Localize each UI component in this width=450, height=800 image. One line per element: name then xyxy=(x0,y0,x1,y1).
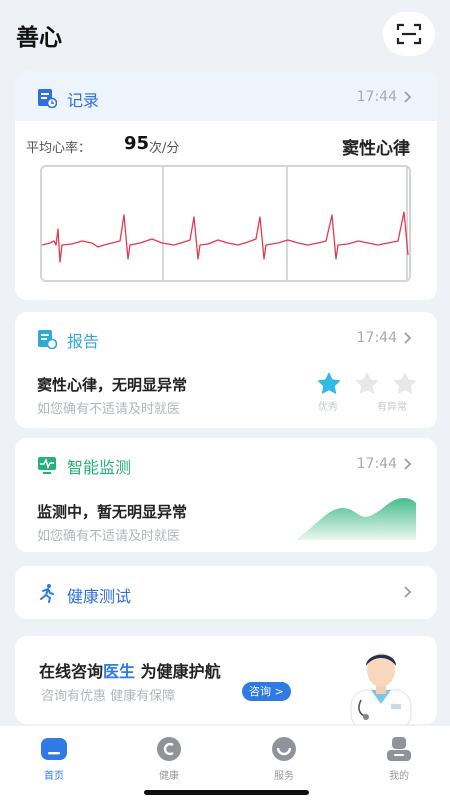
monitor-title: 智能监测 xyxy=(67,458,132,477)
monitor-trend-graph xyxy=(298,498,416,540)
app-title: 善心 xyxy=(16,25,62,51)
monitor-time: 17:44 xyxy=(356,456,397,472)
nav-health[interactable]: 健康 xyxy=(139,736,199,782)
nav-home[interactable]: 首页 xyxy=(24,736,84,782)
service-icon xyxy=(272,737,296,761)
monitor-icon xyxy=(38,457,56,474)
monitor-card[interactable]: 智能监测 17:44 监测中，暂无明显异常 如您确有不适请及时就医 xyxy=(15,438,437,552)
nav-profile-label: 我的 xyxy=(389,771,409,782)
monitor-status: 监测中，暂无明显异常 xyxy=(37,503,188,521)
star-icon-1 xyxy=(317,372,341,395)
chevron-right-icon xyxy=(404,586,412,598)
health-test-card[interactable]: 健康测试 xyxy=(15,566,437,619)
record-card-header[interactable]: 记录 17:44 xyxy=(15,71,437,121)
scan-icon xyxy=(396,23,422,45)
nav-service[interactable]: 服务 xyxy=(254,736,314,782)
consult-title: 在线咨询医生 为健康护航 xyxy=(39,658,221,682)
rating-label-good: 优秀 xyxy=(318,402,338,413)
report-advice: 如您确有不适请及时就医 xyxy=(37,402,181,417)
report-title: 报告 xyxy=(67,332,100,351)
consult-banner[interactable]: 在线咨询医生 为健康护航 咨询有优惠 健康有保障 咨询 > xyxy=(15,636,437,724)
home-icon xyxy=(41,738,67,760)
bottom-navigation: 首页 健康 服务 我的 xyxy=(0,726,450,800)
report-result: 窦性心律，无明显异常 xyxy=(37,376,188,394)
star-icon-3 xyxy=(393,372,417,395)
health-test-title: 健康测试 xyxy=(67,587,132,606)
app-header: 善心 xyxy=(0,0,450,70)
home-indicator xyxy=(144,790,309,795)
chevron-right-icon xyxy=(404,332,412,344)
nav-health-label: 健康 xyxy=(159,771,179,782)
consult-button[interactable]: 咨询 > xyxy=(242,682,291,701)
running-icon xyxy=(40,584,54,603)
avg-hr-value: 95 xyxy=(124,133,150,154)
rhythm-result: 窦性心律 xyxy=(342,139,410,159)
nav-profile[interactable]: 我的 xyxy=(369,736,429,782)
consult-title-suffix: 为健康护航 xyxy=(135,662,221,681)
report-icon xyxy=(38,330,57,349)
consult-subtitle: 咨询有优惠 健康有保障 xyxy=(41,689,176,704)
avg-hr-unit: 次/分 xyxy=(149,141,180,156)
doctor-illustration xyxy=(350,653,412,724)
star-icon-2 xyxy=(355,372,379,395)
health-icon xyxy=(157,737,181,761)
scan-button[interactable] xyxy=(383,12,435,56)
consult-title-highlight: 医生 xyxy=(103,662,136,681)
ecg-trace xyxy=(41,167,409,280)
rating-label-abnormal: 有异常 xyxy=(377,402,407,413)
record-title: 记录 xyxy=(67,91,100,110)
report-time: 17:44 xyxy=(356,330,397,346)
profile-icon xyxy=(387,737,411,761)
chevron-right-icon xyxy=(404,458,412,470)
chevron-right-icon xyxy=(404,91,412,103)
avg-hr-label: 平均心率： xyxy=(26,141,92,156)
record-time: 17:44 xyxy=(356,89,397,105)
ecg-chart xyxy=(40,165,411,282)
report-card[interactable]: 报告 17:44 窦性心律，无明显异常 如您确有不适请及时就医 优秀 有异常 xyxy=(15,312,437,428)
monitor-advice: 如您确有不适请及时就医 xyxy=(37,529,181,544)
nav-home-label: 首页 xyxy=(44,771,64,782)
consult-title-prefix: 在线咨询 xyxy=(39,662,104,681)
record-icon xyxy=(38,89,57,108)
nav-service-label: 服务 xyxy=(274,771,294,782)
